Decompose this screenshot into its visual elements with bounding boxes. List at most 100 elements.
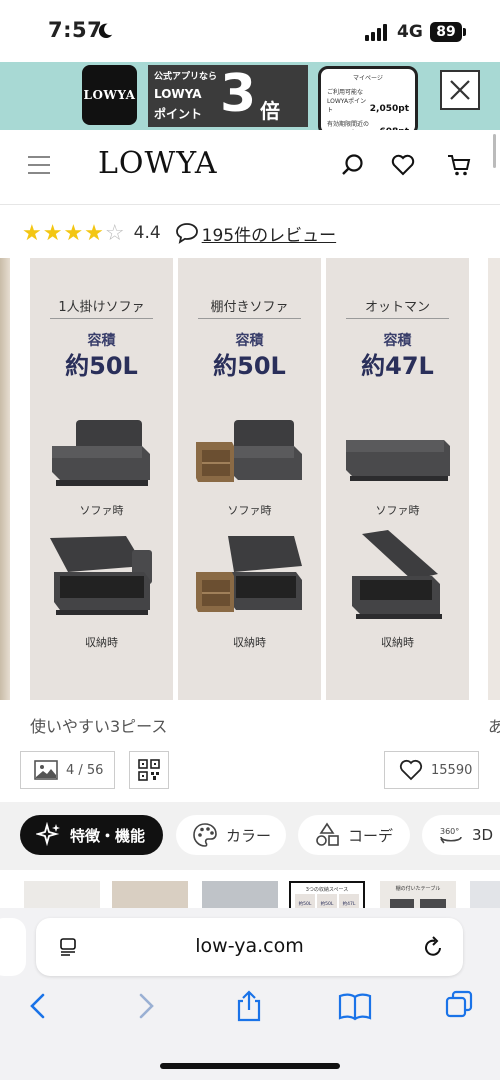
chip-coordinate[interactable]: コーデ bbox=[298, 815, 410, 855]
status-bar: 7:57 4G 89 bbox=[0, 0, 500, 62]
url-text: low-ya.com bbox=[195, 935, 304, 957]
favorite-button[interactable]: 15590 bbox=[384, 751, 479, 789]
phone-row-label: 有効期限間近の LOWYAポイント bbox=[327, 121, 370, 128]
next-image-peek bbox=[488, 258, 500, 700]
qr-code-icon bbox=[138, 759, 160, 781]
360-icon: 360° bbox=[440, 827, 462, 844]
capacity-value: 約50L bbox=[213, 352, 286, 380]
panel-name: 棚付きソファ bbox=[210, 300, 289, 315]
phone-row-value: 2,050pt bbox=[369, 104, 409, 114]
sparkle-icon bbox=[36, 822, 60, 847]
image-icon bbox=[34, 760, 58, 780]
divider bbox=[50, 318, 153, 319]
storage-mode-label: 収納時 bbox=[233, 636, 266, 649]
divider bbox=[198, 318, 301, 319]
sofa-mode-label: ソファ時 bbox=[227, 504, 272, 517]
storage-mode-label: 収納時 bbox=[85, 636, 118, 649]
product-panel: 棚付きソファ 容積 約50L ソファ時 収納時 bbox=[178, 258, 321, 700]
moon-icon bbox=[98, 23, 113, 39]
promo-multiplier: 3 bbox=[220, 64, 257, 124]
app-promo-banner[interactable]: LOWYA 公式アプリなら LOWYA ポイント 3 倍 マイページ ご利用可能… bbox=[0, 62, 500, 130]
previous-image-peek bbox=[0, 258, 10, 700]
search-icon[interactable] bbox=[340, 152, 366, 178]
storage-mode-image bbox=[196, 536, 302, 612]
home-indicator[interactable] bbox=[160, 1063, 340, 1069]
sofa-mode-image bbox=[52, 420, 150, 486]
sofa-mode-label: ソファ時 bbox=[375, 504, 420, 517]
promo-line1: LOWYA bbox=[154, 87, 202, 101]
promo-line2: ポイント bbox=[154, 107, 203, 121]
next-image-caption: あ bbox=[488, 717, 500, 736]
product-panel: オットマン 容積 約47L ソファ時 収納時 bbox=[326, 258, 469, 700]
back-icon[interactable] bbox=[24, 990, 54, 1022]
chip-3d[interactable]: 360° 3D bbox=[422, 815, 500, 855]
chip-label: コーデ bbox=[348, 826, 394, 845]
capacity-value: 約50L bbox=[65, 352, 138, 380]
reload-icon[interactable] bbox=[422, 935, 444, 959]
network-type: 4G bbox=[397, 22, 423, 42]
svg-text:約50L: 約50L bbox=[299, 900, 312, 907]
site-logo[interactable]: LOWYA bbox=[98, 146, 218, 181]
storage-mode-image bbox=[50, 536, 152, 615]
sofa-mode-image bbox=[196, 420, 302, 482]
phone-mockup: マイページ ご利用可能な LOWYAポイント 2,050pt 有効期限間近の L… bbox=[318, 66, 418, 130]
image-caption: 使いやすい3ピース bbox=[30, 717, 168, 736]
heart-icon bbox=[399, 759, 423, 781]
storage-mode-image bbox=[352, 530, 442, 619]
cart-icon[interactable] bbox=[446, 152, 472, 178]
svg-text:棚の付いたテーブル: 棚の付いたテーブル bbox=[396, 885, 441, 892]
divider bbox=[346, 318, 449, 319]
address-bar[interactable]: low-ya.com bbox=[36, 918, 463, 976]
storage-mode-label: 収納時 bbox=[381, 636, 414, 649]
reviews-link[interactable]: 195件のレビュー bbox=[202, 221, 336, 246]
scrollbar[interactable] bbox=[493, 134, 496, 168]
cellular-signal-icon bbox=[365, 24, 387, 41]
image-counter: 4 / 56 bbox=[66, 762, 104, 778]
product-image-carousel[interactable]: 1人掛けソファ 容積 約50L ソファ時 収納時 棚付きソファ 容積 約50L bbox=[0, 258, 500, 700]
chip-features[interactable]: 特徴・機能 bbox=[20, 815, 163, 855]
battery-icon: 89 bbox=[430, 22, 466, 42]
promo-suffix: 倍 bbox=[260, 99, 280, 123]
forward-icon[interactable] bbox=[130, 990, 160, 1022]
app-icon: LOWYA bbox=[82, 65, 137, 125]
phone-row: ご利用可能な LOWYAポイント 2,050pt bbox=[327, 87, 409, 114]
sofa-mode-label: ソファ時 bbox=[79, 504, 124, 517]
heart-icon[interactable] bbox=[390, 152, 416, 178]
hamburger-menu-icon[interactable] bbox=[28, 156, 50, 174]
palette-icon bbox=[193, 823, 217, 847]
sofa-mode-image bbox=[346, 440, 450, 481]
favorite-count: 15590 bbox=[431, 762, 473, 778]
rating-score: 4.4 bbox=[133, 223, 161, 243]
capacity-value: 約47L bbox=[361, 352, 434, 380]
share-icon[interactable] bbox=[234, 990, 264, 1022]
bookmarks-icon[interactable] bbox=[338, 990, 372, 1022]
promo-small: 公式アプリなら bbox=[154, 72, 218, 82]
rating-row: ★★★★☆ 4.4 195件のレビュー bbox=[22, 218, 336, 248]
phone-head: マイページ bbox=[353, 75, 383, 82]
phone-row-label: ご利用可能な LOWYAポイント bbox=[327, 89, 367, 114]
chip-color[interactable]: カラー bbox=[176, 815, 286, 855]
image-gallery-button[interactable]: 4 / 56 bbox=[20, 751, 115, 789]
svg-text:約50L: 約50L bbox=[321, 900, 334, 907]
svg-text:約47L: 約47L bbox=[343, 900, 356, 907]
svg-text:360°: 360° bbox=[440, 827, 459, 836]
product-panel: 1人掛けソファ 容積 約50L ソファ時 収納時 bbox=[30, 258, 173, 700]
panel-name: 1人掛けソファ bbox=[58, 300, 145, 315]
phone-row: 有効期限間近の LOWYAポイント 608pt bbox=[327, 119, 409, 130]
status-time: 7:57 bbox=[48, 18, 103, 42]
promo-text: 公式アプリなら LOWYA ポイント 3 倍 bbox=[148, 64, 308, 127]
chip-label: 特徴・機能 bbox=[70, 826, 146, 845]
chip-label: 3D bbox=[472, 826, 494, 844]
close-icon bbox=[450, 80, 470, 100]
shapes-icon bbox=[316, 822, 339, 846]
tabs-icon[interactable] bbox=[444, 990, 474, 1022]
previous-tab-peek[interactable] bbox=[0, 918, 26, 976]
qr-code-button[interactable] bbox=[129, 751, 169, 789]
comment-icon bbox=[175, 223, 198, 244]
close-banner-button[interactable] bbox=[440, 70, 480, 110]
star-rating: ★★★★☆ bbox=[22, 220, 126, 246]
svg-text:3つの収納スペース: 3つの収納スペース bbox=[306, 886, 349, 893]
site-header: LOWYA bbox=[0, 130, 500, 205]
panel-name: オットマン bbox=[364, 300, 430, 315]
chip-label: カラー bbox=[226, 826, 272, 845]
